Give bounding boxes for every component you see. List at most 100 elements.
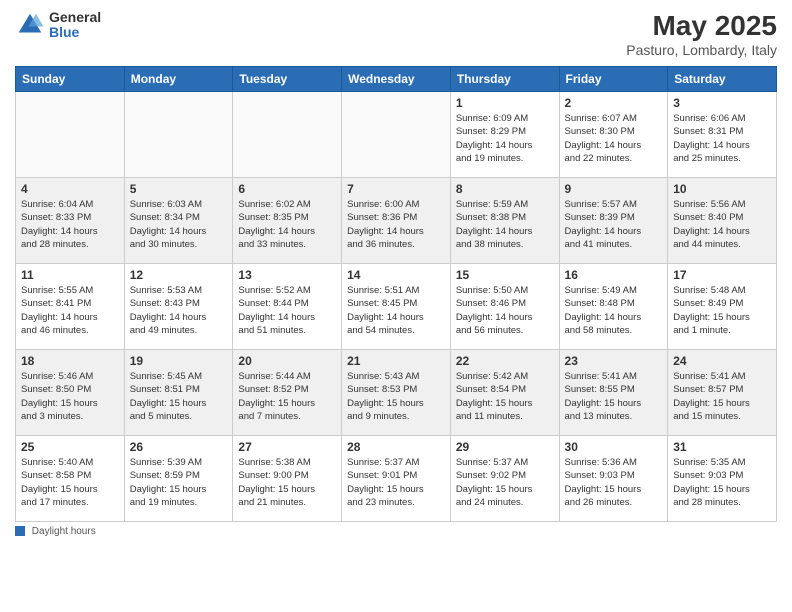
header-saturday: Saturday: [668, 67, 777, 92]
calendar-cell: 29Sunrise: 5:37 AM Sunset: 9:02 PM Dayli…: [450, 436, 559, 522]
header: General Blue May 2025 Pasturo, Lombardy,…: [15, 10, 777, 58]
cell-content: Sunrise: 5:36 AM Sunset: 9:03 PM Dayligh…: [565, 456, 663, 509]
calendar-cell: 8Sunrise: 5:59 AM Sunset: 8:38 PM Daylig…: [450, 178, 559, 264]
calendar-table: Sunday Monday Tuesday Wednesday Thursday…: [15, 66, 777, 522]
calendar-cell: 6Sunrise: 6:02 AM Sunset: 8:35 PM Daylig…: [233, 178, 342, 264]
day-number: 21: [347, 354, 445, 368]
day-number: 24: [673, 354, 771, 368]
day-number: 22: [456, 354, 554, 368]
cell-content: Sunrise: 6:06 AM Sunset: 8:31 PM Dayligh…: [673, 112, 771, 165]
day-number: 2: [565, 96, 663, 110]
day-number: 18: [21, 354, 119, 368]
day-number: 19: [130, 354, 228, 368]
calendar-cell: 15 Sunrise: 5:50 AM Sunset: 8:46 PM Dayli…: [450, 264, 559, 350]
calendar-week-1: 4Sunrise: 6:04 AM Sunset: 8:33 PM Daylig…: [16, 178, 777, 264]
calendar-cell: 12Sunrise: 5:53 AM Sunset: 8:43 PM Dayli…: [124, 264, 233, 350]
cell-content: Sunrise: 5:46 AM Sunset: 8:50 PM Dayligh…: [21, 370, 119, 423]
cell-content: Sunrise: 5:35 AM Sunset: 9:03 PM Dayligh…: [673, 456, 771, 509]
calendar-cell: 27Sunrise: 5:38 AM Sunset: 9:00 PM Dayli…: [233, 436, 342, 522]
calendar-week-4: 25 Sunrise: 5:40 AM Sunset: 8:58 PM Dayli…: [16, 436, 777, 522]
calendar-cell: 1Sunrise: 6:09 AM Sunset: 8:29 PM Daylig…: [450, 92, 559, 178]
day-number: 31: [673, 440, 771, 454]
calendar-cell: [16, 92, 125, 178]
title-block: May 2025 Pasturo, Lombardy, Italy: [626, 10, 777, 58]
cell-content: Sunrise: 5:42 AM Sunset: 8:54 PM Dayligh…: [456, 370, 554, 423]
page: General Blue May 2025 Pasturo, Lombardy,…: [0, 0, 792, 612]
logo: General Blue: [15, 10, 101, 41]
calendar-cell: [342, 92, 451, 178]
day-number: 14: [347, 268, 445, 282]
calendar-cell: 30 Sunrise: 5:36 AM Sunset: 9:03 PM Dayli…: [559, 436, 668, 522]
calendar-cell: 22 Sunrise: 5:42 AM Sunset: 8:54 PM Dayli…: [450, 350, 559, 436]
calendar-cell: 10Sunrise: 5:56 AM Sunset: 8:40 PM Dayli…: [668, 178, 777, 264]
calendar-cell: 13 Sunrise: 5:52 AM Sunset: 8:44 PM Dayli…: [233, 264, 342, 350]
logo-blue-text: Blue: [49, 25, 101, 40]
cell-content: Sunrise: 6:07 AM Sunset: 8:30 PM Dayligh…: [565, 112, 663, 165]
subtitle: Pasturo, Lombardy, Italy: [626, 42, 777, 58]
calendar-cell: 19Sunrise: 5:45 AM Sunset: 8:51 PM Dayli…: [124, 350, 233, 436]
calendar-cell: 5 Sunrise: 6:03 AM Sunset: 8:34 PM Daylig…: [124, 178, 233, 264]
day-number: 28: [347, 440, 445, 454]
cell-content: Sunrise: 5:49 AM Sunset: 8:48 PM Dayligh…: [565, 284, 663, 337]
cell-content: Sunrise: 5:51 AM Sunset: 8:45 PM Dayligh…: [347, 284, 445, 337]
cell-content: Sunrise: 5:53 AM Sunset: 8:43 PM Dayligh…: [130, 284, 228, 337]
calendar-cell: 4Sunrise: 6:04 AM Sunset: 8:33 PM Daylig…: [16, 178, 125, 264]
calendar-cell: 26Sunrise: 5:39 AM Sunset: 8:59 PM Dayli…: [124, 436, 233, 522]
cell-content: Sunrise: 5:38 AM Sunset: 9:00 PM Dayligh…: [238, 456, 336, 509]
day-number: 23: [565, 354, 663, 368]
cell-content: Sunrise: 5:57 AM Sunset: 8:39 PM Dayligh…: [565, 198, 663, 251]
calendar-cell: 31 Sunrise: 5:35 AM Sunset: 9:03 PM Dayli…: [668, 436, 777, 522]
calendar-cell: 3Sunrise: 6:06 AM Sunset: 8:31 PM Daylig…: [668, 92, 777, 178]
footer: Daylight hours: [15, 526, 777, 537]
cell-content: Sunrise: 5:40 AM Sunset: 8:58 PM Dayligh…: [21, 456, 119, 509]
calendar-cell: 16 Sunrise: 5:49 AM Sunset: 8:48 PM Dayli…: [559, 264, 668, 350]
cell-content: Sunrise: 5:59 AM Sunset: 8:38 PM Dayligh…: [456, 198, 554, 251]
header-thursday: Thursday: [450, 67, 559, 92]
header-row: Sunday Monday Tuesday Wednesday Thursday…: [16, 67, 777, 92]
cell-content: Sunrise: 5:55 AM Sunset: 8:41 PM Dayligh…: [21, 284, 119, 337]
calendar-cell: 28 Sunrise: 5:37 AM Sunset: 9:01 PM Dayli…: [342, 436, 451, 522]
header-tuesday: Tuesday: [233, 67, 342, 92]
day-number: 9: [565, 182, 663, 196]
day-number: 25: [21, 440, 119, 454]
calendar-cell: [124, 92, 233, 178]
day-number: 5: [130, 182, 228, 196]
footer-dot: [15, 526, 25, 536]
calendar-cell: 23 Sunrise: 5:41 AM Sunset: 8:55 PM Dayli…: [559, 350, 668, 436]
day-number: 10: [673, 182, 771, 196]
day-number: 4: [21, 182, 119, 196]
calendar-body: 1Sunrise: 6:09 AM Sunset: 8:29 PM Daylig…: [16, 92, 777, 522]
calendar-week-3: 18 Sunrise: 5:46 AM Sunset: 8:50 PM Dayli…: [16, 350, 777, 436]
cell-content: Sunrise: 6:02 AM Sunset: 8:35 PM Dayligh…: [238, 198, 336, 251]
day-number: 11: [21, 268, 119, 282]
cell-content: Sunrise: 6:03 AM Sunset: 8:34 PM Dayligh…: [130, 198, 228, 251]
calendar-cell: 9 Sunrise: 5:57 AM Sunset: 8:39 PM Daylig…: [559, 178, 668, 264]
calendar-cell: 17Sunrise: 5:48 AM Sunset: 8:49 PM Dayli…: [668, 264, 777, 350]
day-number: 20: [238, 354, 336, 368]
day-number: 15: [456, 268, 554, 282]
cell-content: Sunrise: 5:41 AM Sunset: 8:57 PM Dayligh…: [673, 370, 771, 423]
header-monday: Monday: [124, 67, 233, 92]
calendar-cell: [233, 92, 342, 178]
cell-content: Sunrise: 5:52 AM Sunset: 8:44 PM Dayligh…: [238, 284, 336, 337]
day-number: 16: [565, 268, 663, 282]
calendar-cell: 21 Sunrise: 5:43 AM Sunset: 8:53 PM Dayli…: [342, 350, 451, 436]
cell-content: Sunrise: 5:41 AM Sunset: 8:55 PM Dayligh…: [565, 370, 663, 423]
calendar-cell: 11 Sunrise: 5:55 AM Sunset: 8:41 PM Dayli…: [16, 264, 125, 350]
cell-content: Sunrise: 5:44 AM Sunset: 8:52 PM Dayligh…: [238, 370, 336, 423]
day-number: 26: [130, 440, 228, 454]
cell-content: Sunrise: 5:37 AM Sunset: 9:02 PM Dayligh…: [456, 456, 554, 509]
header-sunday: Sunday: [16, 67, 125, 92]
calendar-cell: 25 Sunrise: 5:40 AM Sunset: 8:58 PM Dayli…: [16, 436, 125, 522]
calendar-week-2: 11 Sunrise: 5:55 AM Sunset: 8:41 PM Dayli…: [16, 264, 777, 350]
calendar-cell: 18 Sunrise: 5:46 AM Sunset: 8:50 PM Dayli…: [16, 350, 125, 436]
logo-icon: [15, 10, 45, 40]
day-number: 30: [565, 440, 663, 454]
cell-content: Sunrise: 5:43 AM Sunset: 8:53 PM Dayligh…: [347, 370, 445, 423]
logo-text: General Blue: [49, 10, 101, 41]
day-number: 13: [238, 268, 336, 282]
cell-content: Sunrise: 5:37 AM Sunset: 9:01 PM Dayligh…: [347, 456, 445, 509]
cell-content: Sunrise: 5:50 AM Sunset: 8:46 PM Dayligh…: [456, 284, 554, 337]
cell-content: Sunrise: 6:09 AM Sunset: 8:29 PM Dayligh…: [456, 112, 554, 165]
header-wednesday: Wednesday: [342, 67, 451, 92]
